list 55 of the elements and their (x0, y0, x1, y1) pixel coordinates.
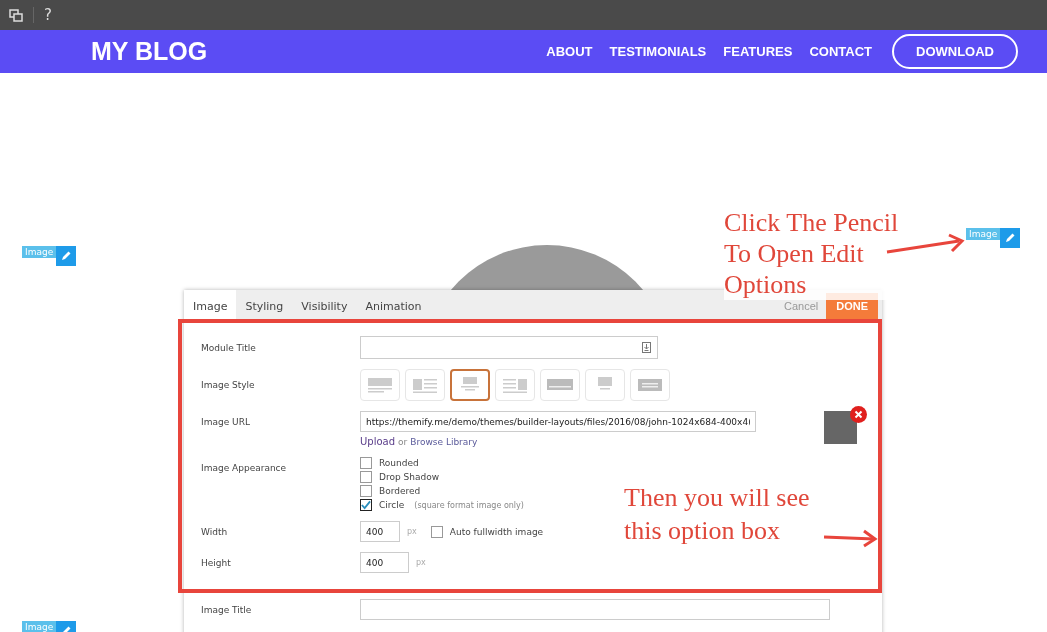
checkbox-label: Bordered (379, 486, 421, 496)
browse-library-link[interactable]: Browse Library (410, 437, 478, 447)
module-label: Image (22, 246, 57, 258)
checkbox-label: Circle (379, 500, 405, 510)
nav-link[interactable]: ABOUT (546, 44, 593, 59)
nav-link[interactable]: TESTIMONIALS (609, 44, 707, 59)
width-field[interactable]: 400 (360, 521, 400, 542)
field-label: Image URL (201, 416, 251, 427)
checkbox-label: Auto fullwidth image (449, 526, 544, 537)
layout-icon (367, 376, 393, 394)
separator-text: or (398, 437, 408, 447)
image-title-field[interactable] (360, 599, 830, 620)
field-label: Image Title (201, 604, 253, 615)
nav-link[interactable]: FEATURES (723, 44, 793, 59)
layout-option[interactable] (450, 369, 490, 401)
checkbox[interactable] (360, 485, 372, 497)
site-logo[interactable]: MY BLOG (91, 37, 208, 66)
field-label: Height (201, 557, 232, 568)
field-label: Image Appearance (201, 462, 288, 473)
help-button[interactable]: ? (44, 6, 52, 24)
pencil-icon[interactable] (1000, 228, 1021, 248)
nav-link[interactable]: CONTACT (809, 44, 872, 59)
hint-text: (square format image only) (414, 500, 524, 510)
layout-icon (637, 376, 663, 394)
checkbox-label: Drop Shadow (379, 472, 440, 482)
dynamic-icon[interactable] (642, 342, 651, 353)
pencil-icon[interactable] (56, 246, 77, 266)
module-title-field[interactable] (360, 336, 658, 359)
field-label: Width (201, 526, 229, 537)
photo-placeholder (824, 411, 857, 444)
checkbox[interactable] (360, 457, 372, 469)
windows-icon[interactable] (9, 8, 23, 22)
checkbox[interactable] (430, 525, 443, 538)
dialog-tab[interactable]: Visibility (292, 290, 357, 322)
download-button[interactable]: DOWNLOAD (892, 34, 1018, 69)
dialog-tab[interactable]: Styling (236, 290, 293, 322)
remove-icon[interactable] (850, 406, 867, 423)
field-label: Image Style (201, 380, 256, 390)
upload-link[interactable]: Upload (360, 436, 396, 447)
dialog-tab[interactable]: Animation (356, 290, 431, 322)
annotation-text: Then you will see this option box (624, 482, 810, 547)
dialog-tab[interactable]: Image (184, 290, 237, 322)
unit-text: px (407, 527, 417, 536)
layout-icon (502, 376, 528, 394)
arrow-icon (822, 528, 878, 548)
module-label: Image (966, 228, 1001, 240)
checkbox[interactable] (360, 499, 372, 511)
arrow-icon (885, 233, 965, 255)
height-field[interactable]: 400 (360, 552, 409, 573)
unit-text: px (416, 558, 426, 567)
module-label: Image (22, 621, 57, 632)
field-label: Module Title (201, 342, 257, 353)
checkbox-label: Rounded (379, 458, 419, 468)
checkbox[interactable] (360, 471, 372, 483)
layout-icon (412, 376, 438, 394)
